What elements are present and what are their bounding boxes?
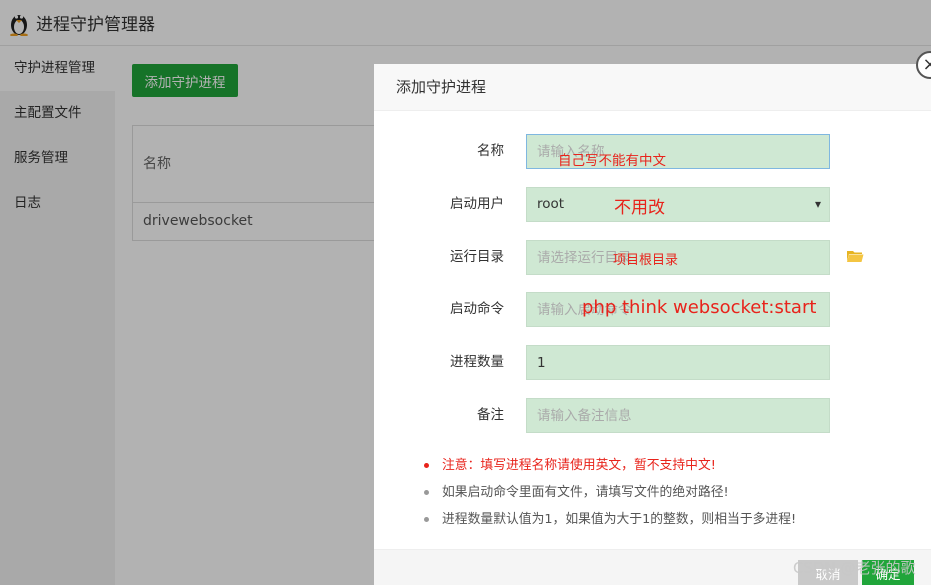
tip-text: 进程数量默认值为1，如果值为大于1的整数，则相当于多进程! [442,512,797,527]
user-row: 启动用户 root ▾ 不用改 [374,187,931,222]
count-input[interactable] [526,345,830,380]
name-note: 自己写不能有中文 [558,153,666,169]
tip-item: 如果启动命令里面有文件，请填写文件的绝对路径! [422,479,796,506]
user-select-value: root [537,196,565,212]
dir-label: 运行目录 [450,249,504,265]
count-label: 进程数量 [450,354,504,370]
dir-note: 项目根目录 [613,253,679,268]
bullet-icon [424,517,429,522]
bullet-icon [424,490,429,495]
chevron-down-icon: ▾ [814,197,821,211]
remark-input[interactable] [526,398,830,433]
dir-row: 运行目录 项目根目录 [374,240,931,275]
bullet-icon [424,463,429,468]
tip-text: 注意：填写进程名称请使用英文，暂不支持中文! [442,458,716,473]
name-label: 名称 [477,143,504,159]
tip-item: 注意：填写进程名称请使用英文，暂不支持中文! [422,452,796,479]
cmd-label: 启动命令 [450,301,504,317]
user-select[interactable]: root ▾ [526,187,830,222]
user-note: 不用改 [614,198,665,218]
folder-icon[interactable] [846,249,864,263]
remark-label: 备注 [477,407,504,423]
name-row: 名称 自己写不能有中文 [374,134,931,169]
tip-item: 进程数量默认值为1，如果值为大于1的整数，则相当于多进程! [422,506,796,533]
cmd-row: 启动命令 php think websocket:start [374,292,931,327]
user-label: 启动用户 [450,196,504,212]
count-row: 进程数量 [374,345,931,380]
tips-list: 注意：填写进程名称请使用英文，暂不支持中文! 如果启动命令里面有文件，请填写文件… [422,452,796,533]
cmd-note: php think websocket:start [582,297,817,318]
tip-text: 如果启动命令里面有文件，请填写文件的绝对路径! [442,485,729,500]
remark-row: 备注 [374,398,931,433]
add-daemon-dialog: 添加守护进程 名称 自己写不能有中文 启动用户 root ▾ 不用改 运行目录 … [374,64,931,585]
watermark: CSDN @老张的歌 [793,559,916,577]
dialog-title: 添加守护进程 [374,64,931,111]
